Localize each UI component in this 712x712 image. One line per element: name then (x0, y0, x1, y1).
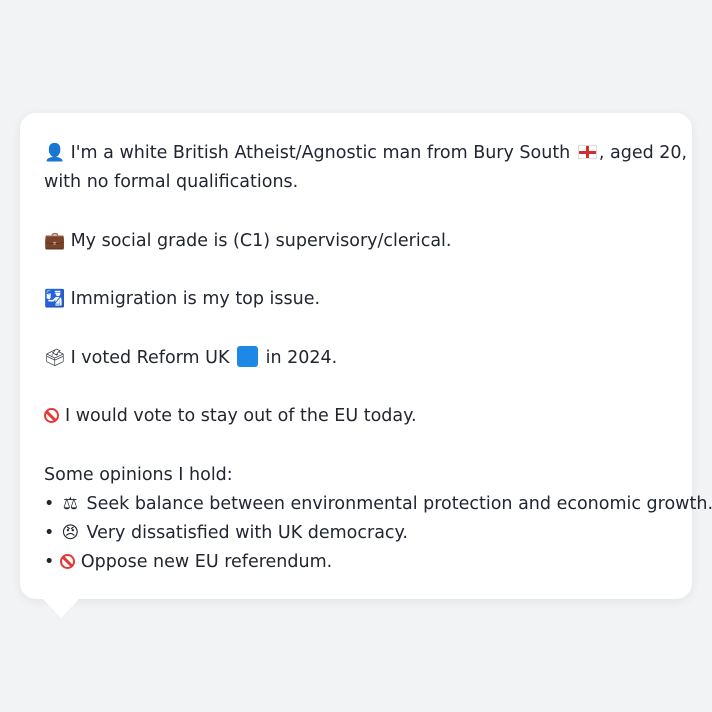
prohibited-icon (44, 408, 59, 423)
opinions-heading: Some opinions I hold: (44, 464, 233, 485)
persona-card: 👤 I'm a white British Atheist/Agnostic m… (20, 113, 712, 599)
opinion-text: Seek balance between environmental prote… (86, 493, 712, 514)
ballot-box-icon: 🗳 (44, 347, 66, 368)
list-item: • Oppose new EU referendum. (44, 548, 668, 577)
social-grade-paragraph: 💼 My social grade is (C1) supervisory/cl… (44, 227, 668, 256)
blue-square-icon (237, 345, 259, 367)
angry-face-icon: 😠 (61, 522, 80, 543)
vote-year-text: in 2024. (265, 347, 338, 368)
bullet: • (44, 522, 55, 543)
top-issue-paragraph: 🛂 Immigration is my top issue. (44, 285, 668, 314)
opinion-text: Very dissatisfied with UK democracy. (86, 522, 408, 543)
bullet: • (44, 551, 55, 572)
intro-age-text: , aged 20, (598, 143, 688, 163)
prohibited-icon (59, 553, 75, 569)
top-issue-text: Immigration is my top issue. (70, 289, 321, 309)
balance-scale-icon: ⚖ (62, 493, 79, 514)
vote-paragraph: 🗳 I voted Reform UK in 2024. (44, 344, 668, 373)
intro-text: I'm a white British Atheist/Agnostic man… (70, 143, 571, 163)
social-grade-text: My social grade is (C1) supervisory/cler… (70, 230, 452, 251)
list-item: • 😠 Very dissatisfied with UK democracy. (44, 519, 668, 548)
bullet: • (44, 493, 55, 514)
intro-paragraph: 👤 I'm a white British Atheist/Agnostic m… (44, 139, 687, 197)
passport-control-icon: 🛂 (44, 289, 66, 309)
person-silhouette-icon: 👤 (44, 143, 66, 163)
opinion-text: Oppose new EU referendum. (80, 551, 333, 572)
eu-vote-paragraph: I would vote to stay out of the EU today… (44, 402, 668, 431)
vote-text: I voted Reform UK (70, 347, 230, 368)
england-flag-icon (577, 145, 597, 159)
opinions-section: Some opinions I hold: • ⚖ Seek balance b… (44, 461, 712, 577)
eu-vote-text: I would vote to stay out of the EU today… (65, 406, 417, 426)
briefcase-icon: 💼 (44, 230, 66, 251)
intro-line-2: with no formal qualifications. (44, 172, 299, 192)
speech-bubble-tail (42, 598, 80, 618)
list-item: • ⚖ Seek balance between environmental p… (44, 490, 712, 519)
